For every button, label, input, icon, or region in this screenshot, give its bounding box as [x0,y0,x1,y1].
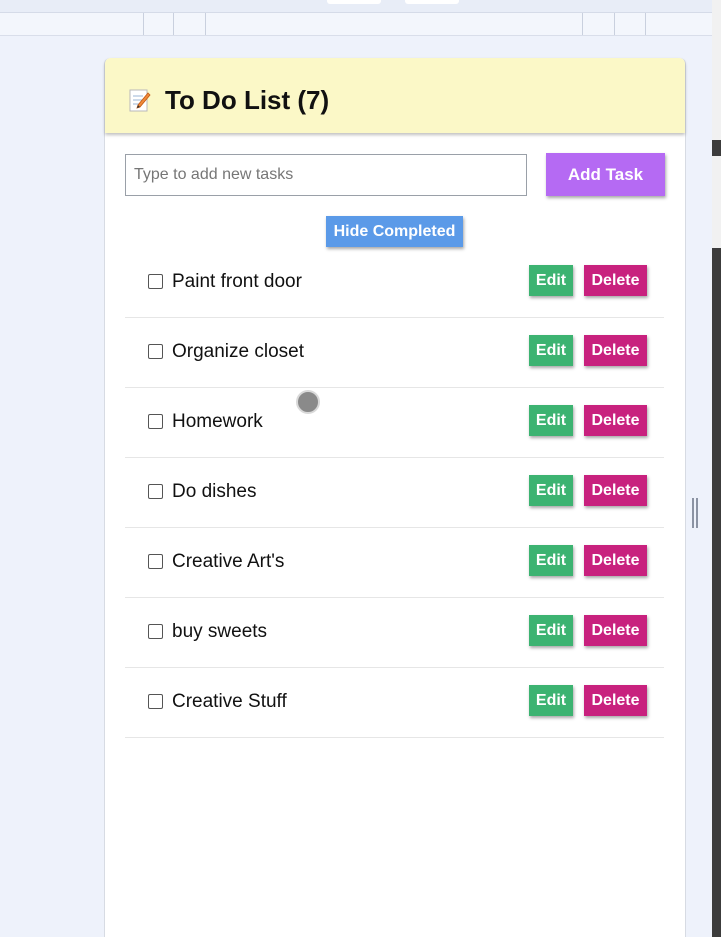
edit-button[interactable]: Edit [529,405,573,436]
task-list: Paint front door Edit Delete Organize cl… [125,248,664,738]
scrollbar[interactable] [712,0,721,937]
ruler-tick [614,13,615,35]
page-title: To Do List (7) [165,85,330,115]
task-row: Organize closet Edit Delete [125,318,664,388]
delete-button[interactable]: Delete [584,685,647,716]
mouse-cursor-indicator [296,390,320,414]
delete-button[interactable]: Delete [584,615,647,646]
task-checkbox[interactable] [148,484,163,499]
toolbar-button-stub[interactable] [405,0,459,4]
task-label: buy sweets [172,621,268,642]
task-row: Creative Art's Edit Delete [125,528,664,598]
task-checkbox[interactable] [148,624,163,639]
task-row: Homework Edit Delete [125,388,664,458]
delete-button[interactable]: Delete [584,265,647,296]
toolbar-button-stub[interactable] [327,0,381,4]
edit-button[interactable]: Edit [529,685,573,716]
browser-top-bar [0,0,712,13]
ruler-tick [645,13,646,35]
ruler-tick [582,13,583,35]
ruler-tick [173,13,174,35]
task-label: Organize closet [172,341,305,362]
delete-button[interactable]: Delete [584,545,647,576]
task-label: Creative Art's [172,551,285,572]
add-task-button[interactable]: Add Task [546,153,665,196]
task-label: Creative Stuff [172,691,287,712]
task-label: Homework [172,411,263,432]
task-checkbox[interactable] [148,274,163,289]
column-ruler [0,13,712,36]
task-checkbox[interactable] [148,694,163,709]
task-checkbox[interactable] [148,344,163,359]
delete-button[interactable]: Delete [584,475,647,506]
todo-app: To Do List (7) Add Task Hide Completed P… [104,58,686,937]
task-label: Do dishes [172,481,257,502]
task-row: Do dishes Edit Delete [125,458,664,528]
new-task-input[interactable] [125,154,527,196]
task-checkbox[interactable] [148,414,163,429]
edit-button[interactable]: Edit [529,265,573,296]
app-header: To Do List (7) [105,58,685,133]
scrollbar-thumb[interactable] [712,0,721,140]
task-checkbox[interactable] [148,554,163,569]
edit-button[interactable]: Edit [529,545,573,576]
task-row: Creative Stuff Edit Delete [125,668,664,738]
resize-handle[interactable] [692,498,698,528]
task-row: buy sweets Edit Delete [125,598,664,668]
task-label: Paint front door [172,271,302,292]
edit-button[interactable]: Edit [529,335,573,366]
scrollbar-thumb[interactable] [712,156,721,248]
hide-completed-button[interactable]: Hide Completed [326,216,463,247]
task-row: Paint front door Edit Delete [125,248,664,318]
delete-button[interactable]: Delete [584,405,647,436]
ruler-tick [205,13,206,35]
edit-button[interactable]: Edit [529,475,573,506]
ruler-tick [143,13,144,35]
edit-button[interactable]: Edit [529,615,573,646]
memo-icon [129,89,151,112]
delete-button[interactable]: Delete [584,335,647,366]
